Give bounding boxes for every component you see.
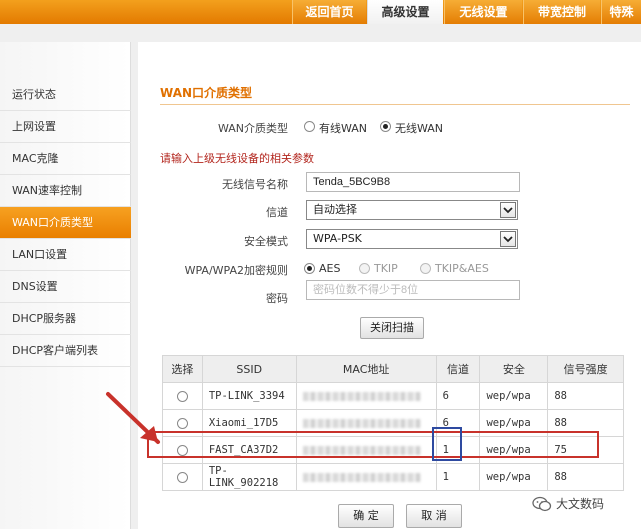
col-header-ssid: SSID: [201, 355, 297, 383]
row-select-radio[interactable]: [176, 390, 188, 402]
radio-wireless-wan-label: 无线WAN: [395, 122, 444, 135]
blurred-mac: [302, 418, 421, 428]
ssid-input[interactable]: Tenda_5BC9B8: [306, 172, 520, 192]
radio-wired-wan-label: 有线WAN: [319, 122, 368, 135]
cipher-label: WPA/WPA2加密规则: [184, 264, 288, 277]
security-select[interactable]: WPA-PSK: [306, 229, 518, 249]
table-row[interactable]: TP-LINK_3394 6 wep/wpa 88: [162, 382, 624, 410]
sidebar-item-lan-settings[interactable]: LAN口设置: [0, 239, 131, 271]
channel-label: 信道: [266, 206, 288, 219]
blurred-mac: [302, 472, 421, 482]
col-header-mac: MAC地址: [295, 355, 437, 383]
table-header-row: 选择 SSID MAC地址 信道 安全 信号强度: [162, 355, 624, 383]
sidebar-item-wan-media-type[interactable]: WAN口介质类型: [0, 207, 131, 239]
row-select-radio[interactable]: [176, 444, 188, 456]
chevron-down-icon: [500, 202, 516, 218]
main-panel: WAN口介质类型 WAN介质类型 有线WAN 无线WAN 请输入上级无线设备的相…: [138, 42, 641, 529]
row-mac: [295, 409, 437, 437]
row-signal: 88: [547, 409, 624, 437]
row-ssid: FAST_CA37D2: [201, 436, 297, 464]
security-label: 安全模式: [244, 235, 288, 248]
blurred-mac: [302, 445, 421, 455]
tab-advanced-settings[interactable]: 高级设置: [367, 0, 443, 24]
section-divider: [160, 104, 630, 105]
row-signal: 88: [547, 382, 624, 410]
row-signal: 75: [547, 436, 624, 464]
media-type-label: WAN介质类型: [217, 122, 288, 135]
sidebar-item-dhcp-server[interactable]: DHCP服务器: [0, 303, 131, 335]
table-row[interactable]: FAST_CA37D2 1 wep/wpa 75: [162, 436, 624, 464]
sidebar-item-mac-clone[interactable]: MAC克隆: [0, 143, 131, 175]
row-select-radio[interactable]: [176, 417, 188, 429]
radio-wired-wan[interactable]: [304, 121, 315, 132]
row-ssid: TP-LINK_3394: [201, 382, 297, 410]
tab-special[interactable]: 特殊: [601, 0, 641, 24]
ssid-label: 无线信号名称: [222, 178, 288, 191]
row-ssid: TP-LINK_902218: [201, 463, 297, 491]
table-row[interactable]: TP-LINK_902218 1 wep/wpa 88: [162, 463, 624, 491]
blurred-mac: [302, 391, 421, 401]
watermark-text: 大文数码: [556, 497, 605, 511]
tab-home[interactable]: 返回首页: [292, 0, 366, 24]
row-channel: 6: [435, 382, 481, 410]
row-security: wep/wpa: [479, 436, 549, 464]
table-row[interactable]: Xiaomi_17D5 6 wep/wpa 88: [162, 409, 624, 437]
radio-tkip[interactable]: [359, 263, 370, 274]
cancel-button[interactable]: 取 消: [406, 504, 462, 528]
chevron-down-icon: [500, 231, 516, 247]
row-mac: [295, 436, 437, 464]
row-channel: 1: [435, 463, 481, 491]
row-signal: 88: [547, 463, 624, 491]
security-select-value: WPA-PSK: [313, 232, 362, 245]
sidebar-item-wan-rate[interactable]: WAN速率控制: [0, 175, 131, 207]
row-channel: 6: [435, 409, 481, 437]
radio-aes-label: AES: [319, 262, 341, 275]
tab-bandwidth-control[interactable]: 带宽控制: [523, 0, 600, 24]
col-header-security: 安全: [479, 355, 549, 383]
sidebar-item-dns[interactable]: DNS设置: [0, 271, 131, 303]
watermark: 大文数码: [532, 492, 604, 516]
close-scan-button[interactable]: 关闭扫描: [360, 317, 424, 339]
row-security: wep/wpa: [479, 382, 549, 410]
ok-button[interactable]: 确 定: [338, 504, 394, 528]
password-label: 密码: [266, 292, 288, 305]
tab-wireless-settings[interactable]: 无线设置: [444, 0, 522, 24]
wechat-icon: [532, 496, 552, 512]
sidebar-item-dhcp-clients[interactable]: DHCP客户端列表: [0, 335, 131, 367]
sidebar: 运行状态 上网设置 MAC克隆 WAN速率控制 WAN口介质类型 LAN口设置 …: [0, 42, 131, 529]
row-security: wep/wpa: [479, 409, 549, 437]
scan-results-table: 选择 SSID MAC地址 信道 安全 信号强度 TP-LINK_3394 6 …: [162, 355, 624, 491]
radio-wireless-wan[interactable]: [380, 121, 391, 132]
password-input[interactable]: 密码位数不得少于8位: [306, 280, 520, 300]
top-nav-bar: 返回首页 高级设置 无线设置 带宽控制 特殊: [0, 0, 641, 24]
section-title: WAN口介质类型: [160, 86, 253, 100]
col-header-signal: 信号强度: [547, 355, 624, 383]
row-mac: [295, 463, 437, 491]
row-ssid: Xiaomi_17D5: [201, 409, 297, 437]
radio-tkip-label: TKIP: [374, 262, 398, 275]
row-security: wep/wpa: [479, 463, 549, 491]
sidebar-item-run-status[interactable]: 运行状态: [0, 79, 131, 111]
col-header-channel: 信道: [435, 355, 481, 383]
col-header-select: 选择: [162, 355, 203, 383]
notice-text: 请输入上级无线设备的相关参数: [160, 152, 314, 165]
red-arrow-annotation: [106, 392, 160, 444]
row-mac: [295, 382, 437, 410]
row-select-radio[interactable]: [176, 471, 188, 483]
row-channel: 1: [435, 436, 481, 464]
radio-aes[interactable]: [304, 263, 315, 274]
radio-tkip-aes[interactable]: [420, 263, 431, 274]
sidebar-item-internet-settings[interactable]: 上网设置: [0, 111, 131, 143]
channel-select[interactable]: 自动选择: [306, 200, 518, 220]
radio-tkip-aes-label: TKIP&AES: [435, 262, 489, 275]
channel-select-value: 自动选择: [313, 203, 357, 216]
